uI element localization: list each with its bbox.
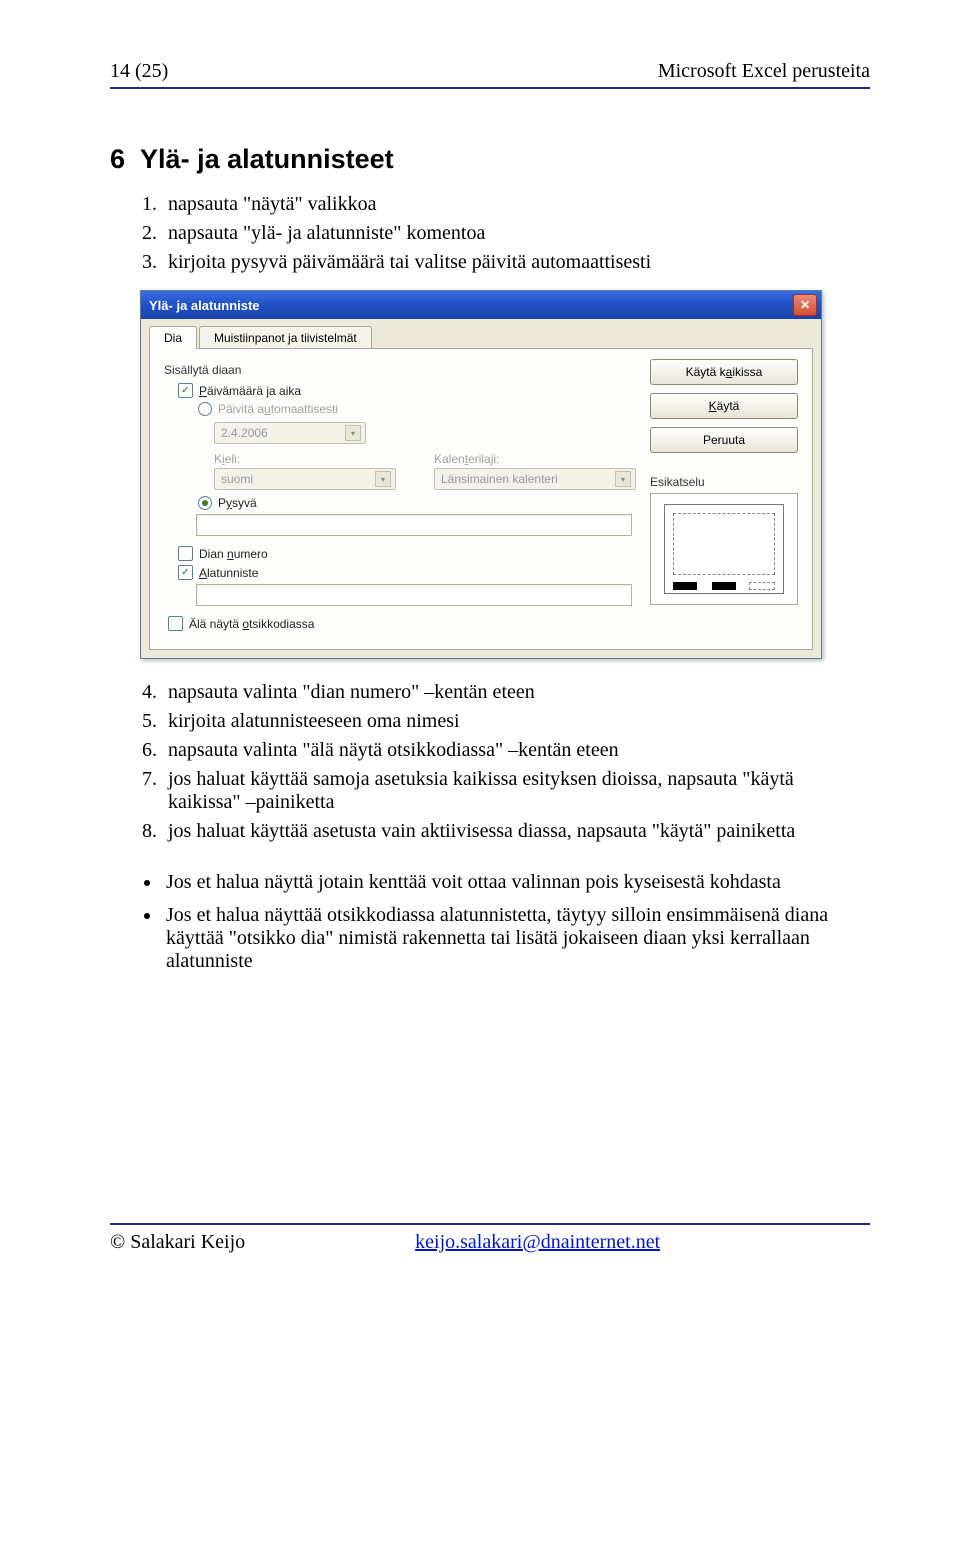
close-icon[interactable]: ✕ bbox=[793, 294, 817, 316]
date-combo[interactable]: 2.4.2006 ▾ bbox=[214, 422, 366, 444]
cal-label: Kalenterilaji: bbox=[434, 452, 636, 466]
lang-value: suomi bbox=[221, 472, 253, 486]
dialog-titlebar[interactable]: Ylä- ja alatunniste ✕ bbox=[141, 291, 821, 319]
checkbox-icon bbox=[178, 546, 193, 561]
footer-email[interactable]: keijo.salakari@dnainternet.net bbox=[415, 1231, 660, 1254]
chevron-down-icon: ▾ bbox=[615, 471, 631, 487]
footer-author: © Salakari Keijo bbox=[110, 1231, 245, 1254]
radio-fixed[interactable]: Pysyvä Pysyvä bbox=[198, 496, 636, 510]
steps-before-list: napsauta "näytä" valikkoa napsauta "ylä-… bbox=[162, 193, 870, 274]
steps-after-list: napsauta valinta "dian numero" –kentän e… bbox=[162, 681, 870, 843]
checkmark-icon: ✓ bbox=[178, 565, 193, 580]
checkbox-dont-show-title[interactable]: Älä näytä otsikkodiassa Älä näytä otsikk… bbox=[168, 616, 636, 631]
footer-rule bbox=[110, 1223, 870, 1225]
step-item: jos haluat käyttää asetusta vain aktiivi… bbox=[162, 820, 870, 843]
slide-thumbnail bbox=[664, 504, 784, 594]
step-item: napsauta "ylä- ja alatunniste" komentoa bbox=[162, 222, 870, 245]
bullet-item: Jos et halua näyttää otsikkodiassa alatu… bbox=[162, 904, 870, 973]
chevron-down-icon: ▾ bbox=[375, 471, 391, 487]
checkbox-icon bbox=[168, 616, 183, 631]
section-heading: 6 Ylä- ja alatunnisteet bbox=[110, 144, 870, 175]
notes-bullets: Jos et halua näyttä jotain kenttää voit … bbox=[162, 871, 870, 973]
checkbox-footer[interactable]: ✓ Alatunniste Alatunniste bbox=[178, 565, 636, 580]
checkbox-slide-number[interactable]: Dian numero Dian numero bbox=[178, 546, 636, 561]
header-footer-dialog: Ylä- ja alatunniste ✕ Dia Muistiinpanot … bbox=[140, 290, 822, 659]
date-value: 2.4.2006 bbox=[221, 426, 268, 440]
step-item: kirjoita pysyvä päivämäärä tai valitse p… bbox=[162, 251, 870, 274]
header-rule bbox=[110, 87, 870, 89]
chevron-down-icon: ▾ bbox=[345, 425, 361, 441]
tab-panel: Sisällytä diaan ✓ PPäivämäärä ja aikaäiv… bbox=[149, 348, 813, 650]
step-item: kirjoita alatunnisteeseen oma nimesi bbox=[162, 710, 870, 733]
cal-value: Länsimainen kalenteri bbox=[441, 472, 558, 486]
preview-label: Esikatselu bbox=[650, 475, 798, 489]
dialog-title: Ylä- ja alatunniste bbox=[149, 298, 260, 313]
calendar-combo[interactable]: Länsimainen kalenteri ▾ bbox=[434, 468, 636, 490]
doc-title: Microsoft Excel perusteita bbox=[658, 60, 870, 83]
step-item: napsauta valinta "älä näytä otsikkodiass… bbox=[162, 739, 870, 762]
lang-label: Kieli: bbox=[214, 452, 416, 466]
lang-combo[interactable]: suomi ▾ bbox=[214, 468, 396, 490]
page-number: 14 (25) bbox=[110, 60, 168, 83]
apply-all-button[interactable]: Käytä kaikissa Käytä kaikissa bbox=[650, 359, 798, 385]
group-label: Sisällytä diaan bbox=[164, 363, 636, 377]
apply-button[interactable]: Käytä Käytä bbox=[650, 393, 798, 419]
checkbox-datetime[interactable]: ✓ PPäivämäärä ja aikaäivämäärä ja aika bbox=[178, 383, 636, 398]
tab-notes[interactable]: Muistiinpanot ja tiivistelmät bbox=[199, 326, 372, 349]
fixed-date-input[interactable] bbox=[196, 514, 632, 536]
checkmark-icon: ✓ bbox=[178, 383, 193, 398]
dialog-tabs: Dia Muistiinpanot ja tiivistelmät bbox=[141, 319, 821, 348]
bullet-item: Jos et halua näyttä jotain kenttää voit … bbox=[162, 871, 870, 894]
radio-icon bbox=[198, 496, 212, 510]
radio-auto-update[interactable]: Päivitä automaattisesti Päivitä automaat… bbox=[198, 402, 636, 416]
step-item: jos haluat käyttää samoja asetuksia kaik… bbox=[162, 768, 870, 814]
cancel-button[interactable]: Peruuta bbox=[650, 427, 798, 453]
tab-slide[interactable]: Dia bbox=[149, 326, 197, 349]
preview-box bbox=[650, 493, 798, 605]
step-item: napsauta "näytä" valikkoa bbox=[162, 193, 870, 216]
radio-icon bbox=[198, 402, 212, 416]
step-item: napsauta valinta "dian numero" –kentän e… bbox=[162, 681, 870, 704]
footer-text-input[interactable] bbox=[196, 584, 632, 606]
